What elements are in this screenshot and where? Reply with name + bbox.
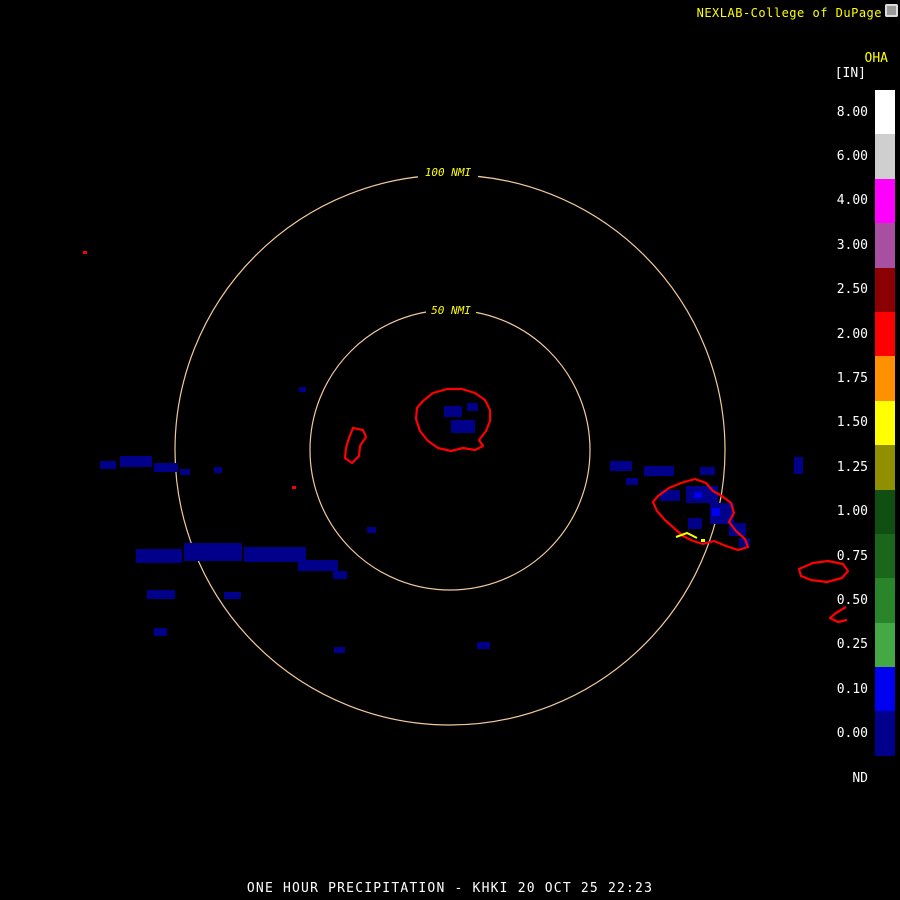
ring-label-100nmi: 100 NMI (425, 166, 472, 179)
precipitation-layer (100, 387, 803, 653)
radar-map: 100 NMI 50 NMI (0, 0, 900, 900)
red-specks (83, 251, 296, 489)
product-caption: ONE HOUR PRECIPITATION - KHKI 20 OCT 25 … (0, 881, 900, 896)
island-outline-far-east (799, 561, 848, 582)
ring-label-50nmi: 50 NMI (431, 304, 471, 317)
island-outline-small-west (345, 428, 366, 463)
radar-screen: NEXLAB-College of DuPage OHA [IN] 8.006.… (0, 0, 900, 900)
island-outline-edge-fragment (830, 607, 847, 622)
